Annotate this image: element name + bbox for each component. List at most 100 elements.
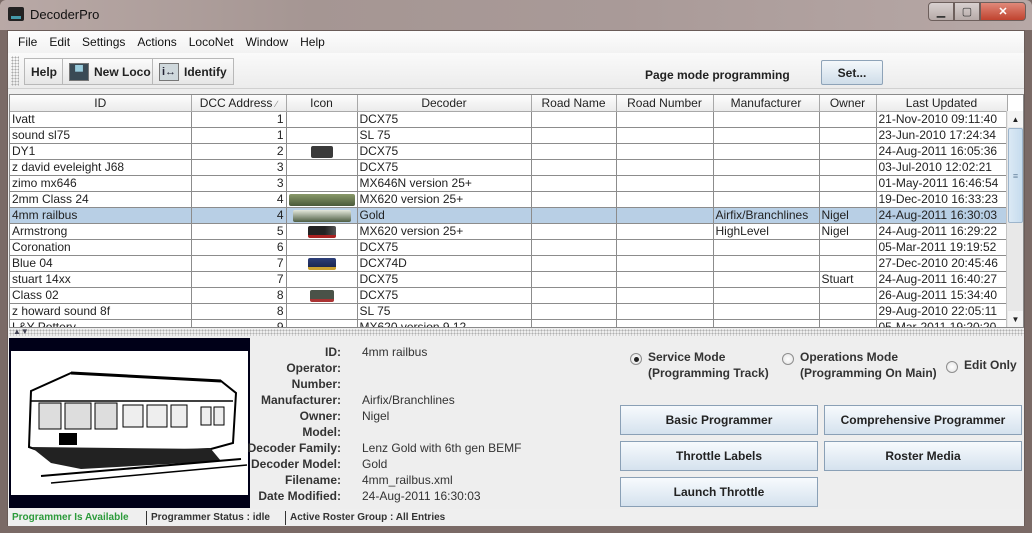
roster-cell-road-number[interactable] [616,111,714,128]
menu-loconet[interactable]: LocoNet [183,35,240,49]
roster-cell-owner[interactable] [819,143,877,160]
roster-cell-icon[interactable] [286,255,358,272]
roster-cell-dcc-address[interactable]: 7 [191,271,287,288]
table-row[interactable]: 4mm railbus 4 Gold Airfix/Branchlines Nigel 2… [10,207,1008,224]
roster-cell-owner[interactable] [819,127,877,144]
roster-cell-last-updated[interactable]: 24-Aug-2011 16:29:22 [876,223,1008,240]
roster-cell-icon[interactable] [286,223,358,240]
roster-cell-last-updated[interactable]: 03-Jul-2010 12:02:21 [876,159,1008,176]
roster-cell-dcc-address[interactable]: 1 [191,127,287,144]
roster-cell-road-name[interactable] [531,303,617,320]
roster-cell-road-number[interactable] [616,223,714,240]
roster-cell-id[interactable]: Class 02 [10,287,192,304]
roster-cell-road-number[interactable] [616,239,714,256]
help-button[interactable]: Help [24,58,65,85]
table-row[interactable]: L&Y Pottery 9 MX620 version 9.12 05-Mar-201… [10,319,1008,327]
comprehensive-programmer-button[interactable]: Comprehensive Programmer [824,405,1022,435]
roster-cell-dcc-address[interactable]: 7 [191,255,287,272]
scroll-up-arrow-icon[interactable]: ▲ [1008,111,1023,127]
roster-cell-road-number[interactable] [616,127,714,144]
operations-mode-radio[interactable]: Operations Mode (Programming On Main) [782,349,937,381]
toolbar-grip[interactable] [11,56,19,86]
scroll-down-arrow-icon[interactable]: ▼ [1008,311,1023,327]
roster-cell-owner[interactable] [819,287,877,304]
roster-cell-icon[interactable] [286,191,358,208]
launch-throttle-button[interactable]: Launch Throttle [620,477,818,507]
table-row[interactable]: Armstrong 5 MX620 version 25+ HighLevel Nige… [10,223,1008,240]
roster-cell-dcc-address[interactable]: 4 [191,207,287,224]
roster-cell-road-number[interactable] [616,175,714,192]
roster-cell-icon[interactable] [286,111,358,128]
roster-cell-road-name[interactable] [531,143,617,160]
roster-cell-road-number[interactable] [616,255,714,272]
roster-cell-manufacturer[interactable] [713,191,820,208]
roster-cell-icon[interactable] [286,271,358,288]
roster-cell-icon[interactable] [286,207,358,224]
roster-cell-owner[interactable] [819,111,877,128]
roster-cell-decoder[interactable]: DCX74D [357,255,532,272]
roster-cell-road-name[interactable] [531,271,617,288]
roster-cell-decoder[interactable]: DCX75 [357,271,532,288]
set-programmer-button[interactable]: Set... [821,60,883,85]
roster-cell-road-number[interactable] [616,191,714,208]
roster-cell-owner[interactable] [819,239,877,256]
column-header-manufacturer[interactable]: Manufacturer [713,95,820,112]
roster-cell-owner[interactable]: Nigel [819,223,877,240]
split-pane-divider[interactable]: ▲▼ [9,327,1024,336]
roster-cell-dcc-address[interactable]: 6 [191,239,287,256]
table-row[interactable]: z david eveleight J68 3 DCX75 03-Jul-2010 1… [10,159,1008,176]
roster-cell-id[interactable]: Ivatt [10,111,192,128]
column-header-decoder[interactable]: Decoder [357,95,532,112]
roster-cell-id[interactable]: stuart 14xx [10,271,192,288]
table-row[interactable]: zimo mx646 3 MX646N version 25+ 01-May-2011… [10,175,1008,192]
throttle-labels-button[interactable]: Throttle Labels [620,441,818,471]
roster-cell-last-updated[interactable]: 23-Jun-2010 17:24:34 [876,127,1008,144]
roster-cell-icon[interactable] [286,175,358,192]
roster-cell-manufacturer[interactable] [713,271,820,288]
close-button[interactable]: ✕ [980,2,1026,21]
table-row[interactable]: 2mm Class 24 4 MX620 version 25+ 19-Dec-201… [10,191,1008,208]
roster-cell-decoder[interactable]: DCX75 [357,239,532,256]
roster-cell-id[interactable]: L&Y Pottery [10,319,192,327]
roster-cell-manufacturer[interactable] [713,175,820,192]
roster-cell-id[interactable]: sound sl75 [10,127,192,144]
roster-cell-icon[interactable] [286,143,358,160]
roster-cell-owner[interactable] [819,175,877,192]
roster-cell-owner[interactable]: Nigel [819,207,877,224]
roster-cell-manufacturer[interactable] [713,287,820,304]
roster-cell-decoder[interactable]: MX620 version 25+ [357,223,532,240]
roster-cell-last-updated[interactable]: 01-May-2011 16:46:54 [876,175,1008,192]
roster-cell-id[interactable]: 2mm Class 24 [10,191,192,208]
roster-cell-dcc-address[interactable]: 8 [191,287,287,304]
roster-cell-manufacturer[interactable] [713,143,820,160]
roster-cell-id[interactable]: Coronation [10,239,192,256]
menu-file[interactable]: File [12,35,43,49]
roster-cell-id[interactable]: DY1 [10,143,192,160]
roster-cell-road-name[interactable] [531,111,617,128]
roster-cell-last-updated[interactable]: 21-Nov-2010 09:11:40 [876,111,1008,128]
roster-cell-manufacturer[interactable] [713,159,820,176]
roster-cell-road-name[interactable] [531,127,617,144]
menu-edit[interactable]: Edit [43,35,76,49]
roster-cell-owner[interactable] [819,191,877,208]
roster-cell-decoder[interactable]: MX620 version 25+ [357,191,532,208]
roster-cell-road-name[interactable] [531,239,617,256]
column-header-icon[interactable]: Icon [286,95,358,112]
roster-cell-id[interactable]: Blue 04 [10,255,192,272]
roster-cell-decoder[interactable]: MX620 version 9.12 [357,319,532,327]
table-row[interactable]: Ivatt 1 DCX75 21-Nov-2010 09:11:40 [10,111,1008,128]
roster-cell-icon[interactable] [286,303,358,320]
roster-cell-road-number[interactable] [616,143,714,160]
roster-cell-last-updated[interactable]: 24-Aug-2011 16:40:27 [876,271,1008,288]
roster-cell-decoder[interactable]: DCX75 [357,111,532,128]
table-row[interactable]: sound sl75 1 SL 75 23-Jun-2010 17:24:34 [10,127,1008,144]
roster-cell-manufacturer[interactable]: Airfix/Branchlines [713,207,820,224]
roster-cell-manufacturer[interactable] [713,127,820,144]
roster-cell-owner[interactable]: Stuart [819,271,877,288]
roster-cell-decoder[interactable]: SL 75 [357,127,532,144]
roster-cell-decoder[interactable]: DCX75 [357,287,532,304]
column-header-road-number[interactable]: Road Number [616,95,714,112]
roster-cell-last-updated[interactable]: 29-Aug-2010 22:05:11 [876,303,1008,320]
roster-cell-decoder[interactable]: DCX75 [357,159,532,176]
roster-cell-manufacturer[interactable] [713,319,820,327]
